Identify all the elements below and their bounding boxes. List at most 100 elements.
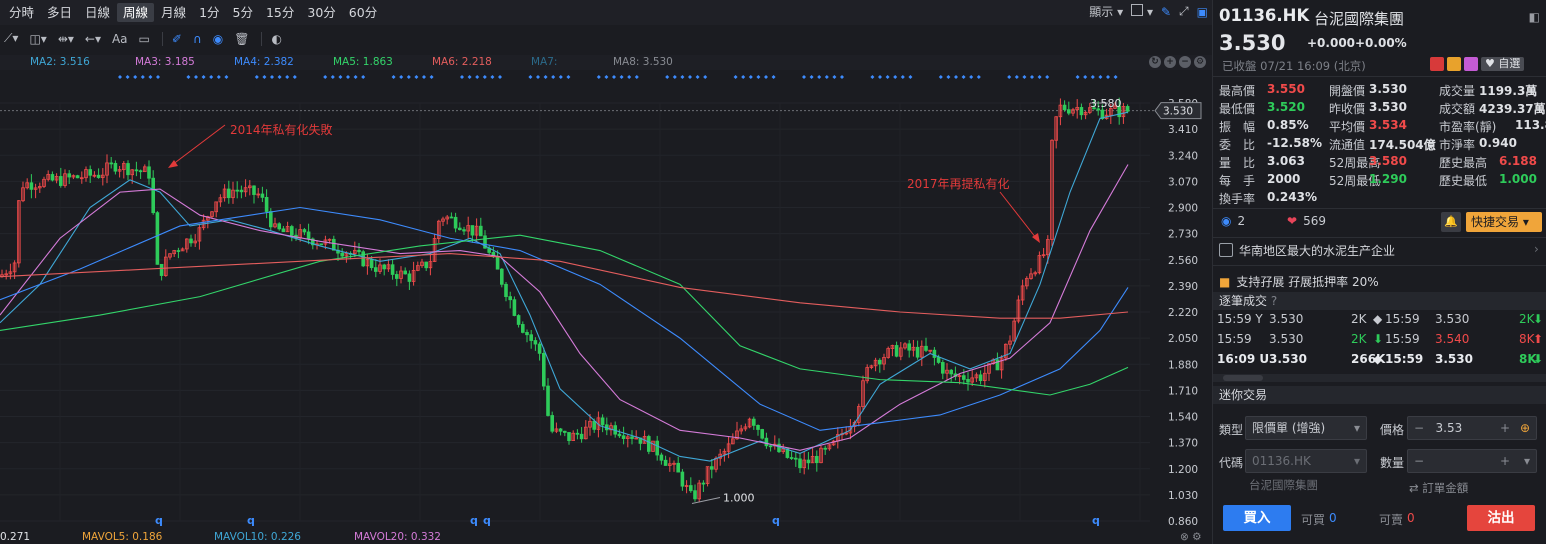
brush-icon[interactable]: ✐ bbox=[168, 29, 186, 49]
candle-body bbox=[508, 296, 512, 301]
settings-icon[interactable]: ⚙ bbox=[1194, 56, 1206, 68]
quote-key: 平均價 bbox=[1329, 120, 1366, 134]
event-marker bbox=[893, 75, 898, 79]
timeframe-tab[interactable]: 周線 bbox=[117, 3, 155, 22]
candle-body bbox=[978, 374, 983, 382]
candle-body bbox=[239, 189, 244, 193]
eye-icon[interactable]: ◉ bbox=[209, 29, 227, 49]
buy-button[interactable]: 買入 bbox=[1223, 505, 1291, 531]
timeframe-tab[interactable]: 1分 bbox=[193, 3, 225, 22]
box-dropdown[interactable]: ▾ bbox=[1131, 4, 1153, 19]
event-marker bbox=[285, 75, 290, 79]
event-marker bbox=[133, 75, 138, 79]
event-marker bbox=[1030, 75, 1034, 79]
price-change-pct: +0.00% bbox=[1355, 36, 1407, 50]
refresh-icon[interactable]: ↻ bbox=[1149, 56, 1161, 68]
panel-toggle-icon[interactable]: ▣ bbox=[1197, 5, 1208, 19]
timeframe-tab[interactable]: 分時 bbox=[3, 3, 40, 22]
event-marker bbox=[414, 75, 419, 79]
comment-icon[interactable]: ▭ bbox=[135, 29, 154, 49]
eye-icon: ◉ bbox=[1221, 214, 1232, 228]
add-watchlist-button[interactable]: ♥ 自選 bbox=[1481, 57, 1525, 71]
candle-body bbox=[340, 252, 344, 257]
quote-key: 市盈率(靜) bbox=[1439, 120, 1497, 134]
event-marker bbox=[536, 75, 540, 79]
watchers[interactable]: ◉ 2 bbox=[1221, 214, 1245, 228]
timeframe-tab[interactable]: 5分 bbox=[227, 3, 259, 22]
timeframe-tab[interactable]: 多日 bbox=[41, 3, 78, 22]
pen-icon[interactable]: ✎ bbox=[1161, 5, 1171, 19]
price-change: +0.000 bbox=[1307, 36, 1356, 50]
likes[interactable]: ❤ 569 bbox=[1287, 214, 1326, 228]
price-tick: 1.540 bbox=[1168, 412, 1198, 424]
quantity-stepper[interactable]: − + ▾ bbox=[1407, 449, 1537, 473]
target-icon[interactable]: ⊕ bbox=[1520, 417, 1530, 439]
sell-button[interactable]: 沽出 bbox=[1467, 505, 1535, 531]
quote-row: 換手率 0.243% bbox=[1219, 190, 1545, 208]
candle-body bbox=[126, 163, 130, 176]
close-volume-icon[interactable]: ⊗ ⚙ bbox=[1180, 531, 1202, 543]
candle-body bbox=[159, 263, 164, 276]
quote-key: 市淨率 bbox=[1439, 138, 1476, 152]
line-tool-icon[interactable]: ⟋▾ bbox=[0, 29, 22, 49]
event-marker bbox=[634, 75, 639, 79]
candle-body bbox=[567, 432, 571, 442]
candlestick-chart[interactable]: 3.580 3.410 3.240 3.070 2.900 2.730 2.560 2.390… bbox=[0, 70, 1212, 530]
timeframe-tab[interactable]: 月線 bbox=[155, 3, 192, 22]
trade-cell: 15:59 Y bbox=[1217, 312, 1263, 326]
drawing-toolbar: ⟋▾ ◫▾ ⇹▾ ←▾ Aa ▭ ✐ ∩ ◉ 🗑 ◐ bbox=[0, 27, 1212, 50]
add-indicator-icon[interactable]: + bbox=[1164, 56, 1176, 68]
quote-value: 6.188 bbox=[1499, 154, 1537, 168]
quote-key: 每 手 bbox=[1219, 174, 1256, 188]
timeframe-tab[interactable]: 日線 bbox=[79, 3, 116, 22]
indicator-tool-icon[interactable]: ◫▾ bbox=[25, 29, 50, 49]
ma-label: MA4: 2.382 bbox=[234, 56, 294, 68]
order-type-select[interactable]: 限價單 (增強) ▾ bbox=[1245, 416, 1367, 440]
event-marker bbox=[353, 75, 358, 79]
trade-cell: ⬇ bbox=[1533, 312, 1544, 326]
measure-tool-icon[interactable]: ⇹▾ bbox=[54, 29, 78, 49]
layout-icon[interactable]: ◧ bbox=[1529, 10, 1540, 24]
ma-label: MA3: 3.185 bbox=[135, 56, 195, 68]
text-tool-icon[interactable]: Aa bbox=[108, 29, 132, 49]
candle-body bbox=[277, 223, 281, 230]
magnet-icon[interactable]: ∩ bbox=[189, 29, 206, 49]
remove-indicator-icon[interactable]: − bbox=[1179, 56, 1191, 68]
event-marker bbox=[262, 75, 267, 79]
timeframe-tab[interactable]: 30分 bbox=[301, 3, 341, 22]
event-marker bbox=[946, 75, 951, 79]
event-marker bbox=[1098, 75, 1103, 79]
order-amount-toggle[interactable]: ⇄ 訂單金額 bbox=[1409, 480, 1468, 496]
quote-key: 量 比 bbox=[1219, 156, 1256, 170]
candle-body bbox=[373, 267, 378, 272]
bell-icon[interactable]: 🔔 bbox=[1441, 212, 1461, 232]
display-dropdown[interactable]: 顯示 ▾ bbox=[1089, 3, 1123, 20]
event-marker bbox=[840, 75, 844, 79]
timeframe-tab[interactable]: 15分 bbox=[260, 3, 300, 22]
candle-body bbox=[306, 231, 311, 240]
code-input[interactable]: 01136.HK ▾ bbox=[1245, 449, 1367, 473]
quote-key: 昨收價 bbox=[1329, 102, 1366, 116]
trash-icon[interactable]: 🗑 bbox=[230, 29, 253, 49]
quote-key: 最低價 bbox=[1219, 102, 1256, 116]
toggle-icon[interactable]: ◐ bbox=[267, 29, 285, 49]
candle-body bbox=[550, 415, 554, 432]
trades-scrollbar[interactable] bbox=[1213, 374, 1546, 382]
candle-body bbox=[59, 176, 63, 186]
candle-body bbox=[361, 251, 365, 267]
event-marker bbox=[878, 75, 882, 79]
help-icon[interactable]: ? bbox=[1271, 294, 1277, 308]
fullscreen-icon[interactable]: ⤢ bbox=[1179, 4, 1189, 19]
timeframe-tab[interactable]: 60分 bbox=[343, 3, 383, 22]
quick-trade-button[interactable]: 快捷交易 ▾ bbox=[1466, 212, 1542, 232]
candle-body bbox=[495, 256, 500, 270]
trade-row: 15:59 3.530 2K ⬇ 15:59 3.540 8K ⬆ bbox=[1213, 332, 1546, 352]
back-arrow-icon[interactable]: ←▾ bbox=[81, 29, 105, 49]
stock-name: 台泥國際集團 bbox=[1314, 10, 1405, 28]
candle-body bbox=[525, 332, 529, 336]
price-input[interactable]: − 3.53 + ⊕ bbox=[1407, 416, 1537, 440]
quote-value: -12.58% bbox=[1267, 136, 1322, 150]
company-description[interactable]: 华南地区最大的水泥生产企业 › bbox=[1219, 242, 1539, 259]
candle-body bbox=[693, 490, 697, 500]
quote-row: 委 比 -12.58% 流通值 174.504億 市淨率 0.940 bbox=[1219, 136, 1545, 154]
